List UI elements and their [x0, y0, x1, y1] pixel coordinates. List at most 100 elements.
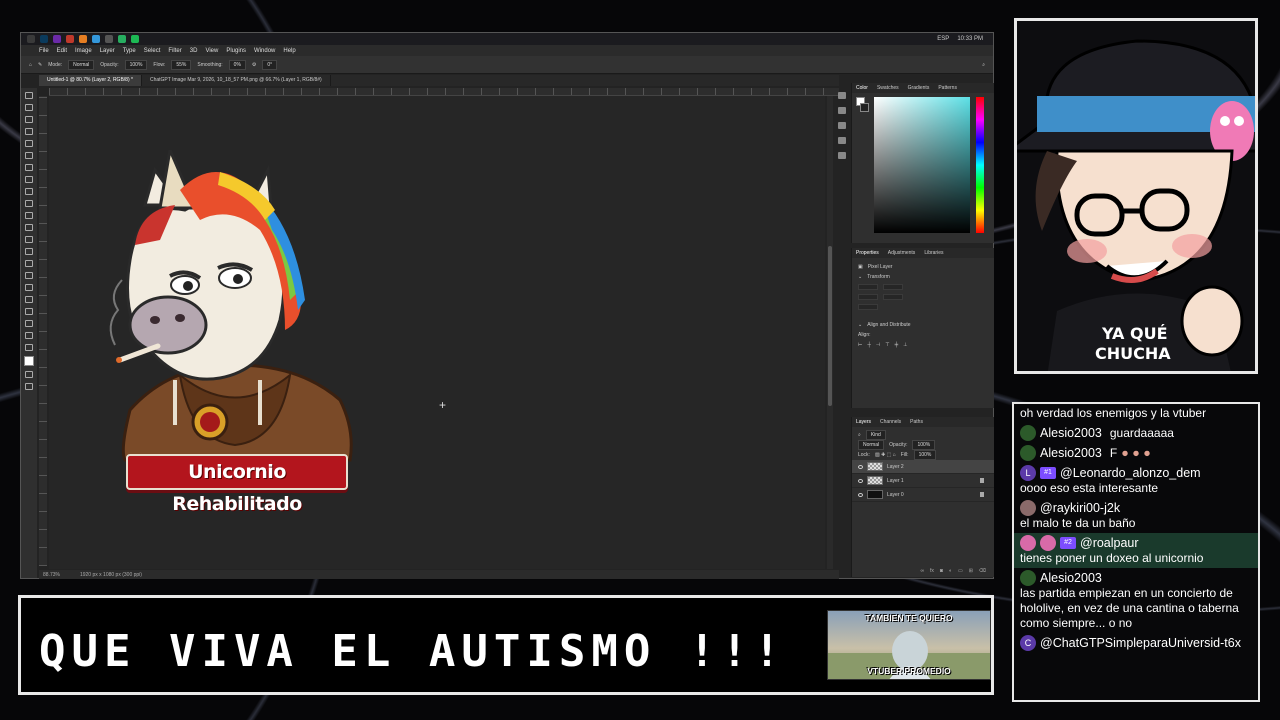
- hue-slider[interactable]: [976, 97, 984, 233]
- tab-adjustments[interactable]: Adjustments: [888, 250, 916, 256]
- gradient-icon[interactable]: [25, 236, 33, 243]
- username[interactable]: Alesio2003: [1040, 446, 1102, 461]
- tab-patterns[interactable]: Patterns: [938, 85, 957, 91]
- x-field[interactable]: [858, 294, 878, 300]
- tab-channels[interactable]: Channels: [880, 419, 901, 425]
- eye-icon[interactable]: [858, 478, 863, 483]
- move-tool-icon[interactable]: [25, 92, 33, 99]
- tab-chatgpt-image[interactable]: ChatGPT Image Mar 9, 2026, 10_18_57 PM.p…: [142, 75, 331, 86]
- lang-indicator[interactable]: ESP: [937, 36, 949, 42]
- align-top-icon[interactable]: ⊤: [885, 342, 889, 348]
- tab-swatches[interactable]: Swatches: [877, 85, 899, 91]
- mask-icon[interactable]: ◙: [940, 568, 943, 574]
- foreground-color-swatch[interactable]: [24, 356, 34, 366]
- blend-mode-select[interactable]: Normal: [858, 440, 885, 450]
- blur-icon[interactable]: [25, 248, 33, 255]
- dodge-icon[interactable]: [25, 260, 33, 267]
- shape-icon[interactable]: [25, 308, 33, 315]
- tab-paths[interactable]: Paths: [910, 419, 923, 425]
- eyedropper-icon[interactable]: [25, 164, 33, 171]
- menu-edit[interactable]: Edit: [57, 48, 67, 54]
- opacity-field[interactable]: 100%: [124, 59, 148, 70]
- username[interactable]: @roalpaur: [1080, 536, 1139, 551]
- magic-wand-icon[interactable]: [25, 128, 33, 135]
- y-field[interactable]: [883, 294, 903, 300]
- path-select-icon[interactable]: [25, 296, 33, 303]
- align-left-icon[interactable]: ⊢: [858, 342, 862, 348]
- comments-panel-icon[interactable]: [838, 107, 846, 114]
- background-swatch[interactable]: [860, 103, 869, 112]
- app-taskbar-icon[interactable]: [118, 35, 126, 43]
- menu-view[interactable]: View: [205, 48, 218, 54]
- type-tool-icon[interactable]: [25, 284, 33, 291]
- healing-brush-icon[interactable]: [25, 176, 33, 183]
- stamp-icon[interactable]: [25, 200, 33, 207]
- kind-filter[interactable]: Kind: [865, 430, 886, 440]
- quick-mask-icon[interactable]: [25, 371, 33, 378]
- clock[interactable]: 10:33 PM: [957, 36, 983, 42]
- hand-icon[interactable]: [25, 320, 33, 327]
- photoshop-taskbar-icon[interactable]: [40, 35, 48, 43]
- username[interactable]: Alesio2003: [1040, 571, 1102, 586]
- menu-select[interactable]: Select: [144, 48, 161, 54]
- menu-layer[interactable]: Layer: [100, 48, 115, 54]
- app-taskbar-icon[interactable]: [53, 35, 61, 43]
- tab-properties[interactable]: Properties: [856, 250, 879, 256]
- search-icon[interactable]: ⌕: [982, 62, 985, 68]
- zoom-level[interactable]: 88.73%: [43, 572, 60, 578]
- trash-icon[interactable]: ⌫: [979, 568, 986, 574]
- more-tools-icon[interactable]: [25, 344, 33, 351]
- folder-icon[interactable]: ▭: [958, 568, 963, 574]
- history-panel-icon[interactable]: [838, 92, 846, 99]
- smoothing-field[interactable]: 0%: [228, 59, 246, 70]
- app-taskbar-icon[interactable]: [66, 35, 74, 43]
- app-taskbar-icon[interactable]: [79, 35, 87, 43]
- username[interactable]: @ChatGTPSimpleparaUniversid-t6x: [1040, 636, 1241, 651]
- layer-name[interactable]: Layer 0: [887, 492, 904, 498]
- frame-tool-icon[interactable]: [25, 152, 33, 159]
- app-taskbar-icon[interactable]: [131, 35, 139, 43]
- eye-icon[interactable]: [858, 492, 863, 497]
- history-brush-icon[interactable]: [25, 212, 33, 219]
- brush-panel-icon[interactable]: [838, 122, 846, 129]
- username[interactable]: @Leonardo_alonzo_dem: [1060, 466, 1201, 481]
- brush-icon[interactable]: [25, 188, 33, 195]
- eye-icon[interactable]: [858, 464, 863, 469]
- adjustment-icon[interactable]: ◐: [949, 568, 952, 574]
- fill-field[interactable]: 100%: [913, 450, 937, 460]
- tab-gradients[interactable]: Gradients: [908, 85, 930, 91]
- menu-filter[interactable]: Filter: [168, 48, 181, 54]
- canvas-scrollbar[interactable]: [827, 96, 833, 569]
- layer-opacity-field[interactable]: 100%: [912, 440, 936, 450]
- link-icon[interactable]: ∞: [920, 568, 924, 574]
- layer-name[interactable]: Layer 1: [887, 478, 904, 484]
- app-taskbar-icon[interactable]: [105, 35, 113, 43]
- eraser-icon[interactable]: [25, 224, 33, 231]
- mode-select[interactable]: Normal: [68, 59, 95, 70]
- menu-window[interactable]: Window: [254, 48, 275, 54]
- username[interactable]: @raykiri00-j2k: [1040, 501, 1120, 516]
- brush-tool-icon[interactable]: ✎: [38, 62, 42, 68]
- tab-libraries[interactable]: Libraries: [924, 250, 943, 256]
- character-panel-icon[interactable]: [838, 137, 846, 144]
- layer-row[interactable]: Layer 2: [852, 460, 994, 474]
- gear-icon[interactable]: ⚙: [252, 62, 256, 68]
- menu-image[interactable]: Image: [75, 48, 92, 54]
- pen-icon[interactable]: [25, 272, 33, 279]
- marquee-tool-icon[interactable]: [25, 104, 33, 111]
- transform-header[interactable]: ⌄ Transform: [852, 272, 994, 282]
- start-icon[interactable]: [27, 35, 35, 43]
- align-bottom-icon[interactable]: ⊥: [903, 342, 907, 348]
- menu-3d[interactable]: 3D: [190, 48, 198, 54]
- lock-icons[interactable]: ▧ ✚ ⬚ ⌂: [875, 452, 896, 458]
- angle-field[interactable]: [858, 304, 878, 310]
- align-header[interactable]: ⌄ Align and Distribute: [852, 320, 994, 330]
- menu-file[interactable]: File: [39, 48, 49, 54]
- home-icon[interactable]: ⌂: [29, 62, 32, 68]
- color-field[interactable]: [874, 97, 970, 233]
- menu-plugins[interactable]: Plugins: [226, 48, 246, 54]
- align-right-icon[interactable]: ⊣: [876, 342, 880, 348]
- layer-row[interactable]: Layer 1: [852, 474, 994, 488]
- tab-untitled[interactable]: Untitled-1 @ 80.7% (Layer 2, RGB/8) *: [39, 75, 142, 86]
- zoom-icon[interactable]: [25, 332, 33, 339]
